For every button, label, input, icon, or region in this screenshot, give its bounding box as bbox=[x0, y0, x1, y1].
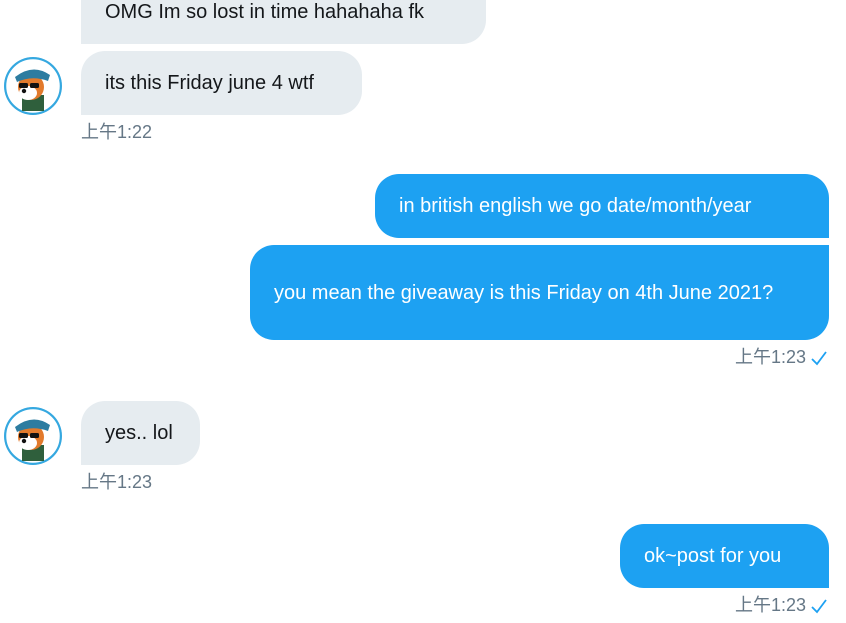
checkmark-icon bbox=[811, 351, 827, 366]
incoming-message[interactable]: its this Friday june 4 wtf bbox=[81, 51, 362, 115]
message-timestamp-row: 上午1:23 bbox=[735, 594, 828, 616]
message-text: OMG Im so lost in time hahahaha fk bbox=[105, 1, 425, 23]
message-timestamp-row: 上午1:23 bbox=[735, 346, 828, 368]
message-text: yes.. lol bbox=[105, 422, 173, 444]
outgoing-message[interactable]: ok~post for you bbox=[620, 524, 829, 588]
incoming-message[interactable]: yes.. lol bbox=[81, 401, 200, 465]
message-timestamp: 上午1:22 bbox=[81, 122, 153, 142]
incoming-message[interactable]: OMG Im so lost in time hahahaha fk bbox=[81, 0, 486, 44]
message-timestamp: 上午1:23 bbox=[81, 472, 153, 492]
outgoing-message[interactable]: in british english we go date/month/year bbox=[375, 174, 829, 238]
message-text: in british english we go date/month/year bbox=[399, 195, 752, 217]
message-text: ok~post for you bbox=[644, 545, 782, 567]
avatar[interactable] bbox=[4, 407, 62, 465]
cartoon-dog-avatar-icon bbox=[4, 57, 62, 115]
message-text: its this Friday june 4 wtf bbox=[105, 72, 314, 94]
cartoon-dog-avatar-icon bbox=[4, 407, 62, 465]
message-timestamp: 上午1:23 bbox=[734, 595, 806, 615]
avatar[interactable] bbox=[4, 57, 62, 115]
message-text: you mean the giveaway is this Friday on … bbox=[274, 281, 774, 304]
outgoing-message[interactable]: you mean the giveaway is this Friday on … bbox=[250, 245, 829, 340]
checkmark-icon bbox=[811, 599, 827, 614]
message-timestamp: 上午1:23 bbox=[734, 347, 806, 367]
